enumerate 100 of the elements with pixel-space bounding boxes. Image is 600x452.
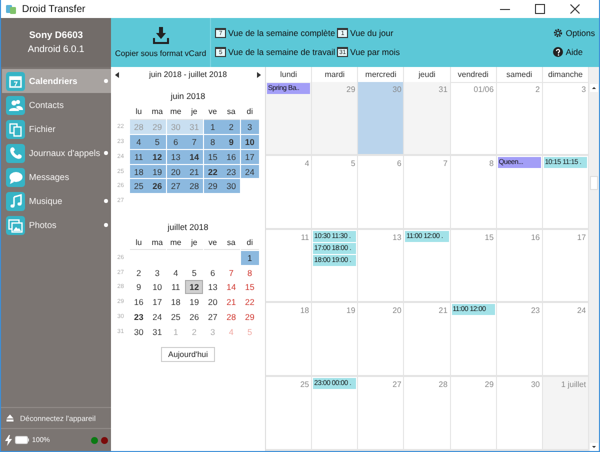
calendar-day[interactable]: 1 (204, 120, 222, 134)
calendar-day[interactable]: 25 (166, 310, 185, 324)
day-cell[interactable]: 1 juillet (542, 377, 589, 449)
maximize-icon[interactable] (534, 3, 546, 15)
calendar-day[interactable]: 21 (222, 295, 240, 310)
day-cell[interactable]: 31 (404, 82, 451, 154)
calendar-day[interactable]: 23 (130, 310, 148, 324)
calendar-day[interactable]: 1 (240, 250, 259, 265)
calendar-day[interactable]: 16 (222, 150, 240, 164)
scroll-thumb[interactable] (590, 176, 598, 190)
day-cell[interactable]: 5 (312, 156, 358, 228)
day-cell[interactable]: 11 (266, 230, 312, 302)
calendar-day[interactable]: 20 (204, 295, 222, 310)
day-cell[interactable]: 4 (266, 156, 312, 228)
calendar-day[interactable]: 13 (166, 150, 185, 164)
calendar-day[interactable]: 24 (240, 164, 259, 178)
calendar-day[interactable]: 21 (185, 164, 204, 178)
calendar-day[interactable]: 28 (185, 179, 204, 194)
day-cell[interactable]: 16 (496, 230, 543, 302)
sidebar-item[interactable]: Photos (2, 213, 111, 237)
day-cell[interactable]: 18 (266, 303, 312, 376)
calendar-day[interactable]: 9 (222, 135, 240, 149)
export-button[interactable]: Copier sous format vCard (111, 18, 212, 67)
calendar-day[interactable]: 28 (222, 310, 240, 324)
day-cell[interactable]: 7 (404, 156, 451, 228)
day-cell[interactable]: 13 (358, 230, 404, 302)
scroll-up-icon[interactable] (590, 84, 598, 92)
calendar-day[interactable]: 6 (166, 135, 185, 149)
day-cell[interactable]: 2 (496, 82, 543, 154)
calendar-day[interactable]: 20 (166, 164, 185, 178)
calendar-day[interactable]: 27 (204, 310, 222, 324)
scroll-down-icon[interactable] (590, 443, 598, 451)
calendar-day[interactable]: 18 (130, 164, 148, 178)
calendar-day[interactable]: 4 (130, 135, 148, 149)
calendar-day[interactable]: 2 (130, 266, 148, 280)
calendar-day[interactable]: 18 (166, 295, 185, 310)
calendar-day[interactable]: 5 (185, 266, 204, 280)
options-button[interactable]: Options (552, 28, 595, 38)
sidebar-item[interactable]: Contacts (2, 93, 111, 117)
sidebar-item[interactable]: Musique (2, 189, 111, 213)
calendar-day[interactable]: 19 (185, 295, 204, 310)
calendar-day[interactable]: 14 (185, 150, 204, 164)
close-icon[interactable] (569, 3, 581, 15)
sidebar-item[interactable]: Fichier (2, 117, 111, 141)
calendar-day[interactable]: 10 (148, 280, 166, 294)
calendar-day[interactable]: 29 (204, 179, 222, 194)
calendar-day[interactable]: 8 (204, 135, 222, 149)
calendar-day[interactable]: 30 (222, 179, 240, 194)
calendar-day[interactable]: 3 (240, 120, 259, 134)
calendar-day[interactable]: 22 (204, 164, 222, 178)
day-cell[interactable]: 29 (450, 377, 497, 449)
help-button[interactable]: Aide (552, 46, 595, 57)
calendar-day[interactable]: 30 (130, 324, 148, 339)
calendar-day[interactable]: 3 (148, 266, 166, 280)
calendar-day[interactable]: 10 (240, 135, 259, 149)
calendar-day[interactable]: 7 (222, 266, 240, 280)
calendar-day[interactable]: 2 (222, 120, 240, 134)
day-cell[interactable]: 28 (404, 377, 451, 449)
day-cell[interactable]: 19 (312, 303, 358, 376)
calendar-day[interactable]: 5 (148, 135, 166, 149)
calendar-day[interactable]: 14 (222, 280, 240, 294)
day-cell[interactable]: 15 (450, 230, 497, 302)
day-cell[interactable]: 8 (450, 156, 497, 228)
day-cell[interactable]: 29 (312, 82, 358, 154)
scrollbar[interactable] (589, 67, 599, 451)
calendar-day[interactable]: 16 (130, 295, 148, 310)
today-button[interactable]: Aujourd'hui (161, 347, 215, 362)
calendar-day[interactable]: 26 (185, 310, 204, 324)
sidebar-item[interactable]: Messages (2, 165, 111, 189)
calendar-day[interactable]: 31 (148, 324, 166, 339)
calendar-day[interactable]: 25 (130, 179, 148, 194)
calendar-day[interactable]: 8 (240, 266, 259, 280)
calendar-day[interactable]: 22 (240, 295, 259, 310)
day-cell[interactable]: 25 (266, 377, 312, 449)
calendar-day[interactable]: 23 (222, 164, 240, 178)
day-cell[interactable]: 27 (358, 377, 404, 449)
previous-icon[interactable] (115, 72, 119, 78)
day-cell[interactable]: 01/06 (450, 82, 497, 154)
calendar-day[interactable]: 13 (204, 280, 222, 294)
calendar-day[interactable]: 29 (240, 310, 259, 324)
day-cell[interactable]: 21 (404, 303, 451, 376)
calendar-day[interactable]: 9 (130, 280, 148, 294)
calendar-day[interactable]: 26 (148, 179, 166, 194)
calendar-day[interactable]: 7 (185, 135, 204, 149)
day-cell[interactable]: 6 (358, 156, 404, 228)
calendar-day[interactable]: 12 (148, 150, 166, 164)
calendar-day[interactable]: 19 (148, 164, 166, 178)
calendar-day[interactable]: 24 (148, 310, 166, 324)
calendar-day[interactable]: 27 (166, 179, 185, 194)
calendar-day[interactable]: 15 (240, 280, 259, 294)
sidebar-item[interactable]: Journaux d'appels (2, 141, 111, 165)
calendar-day[interactable]: 11 (166, 280, 185, 294)
next-icon[interactable] (257, 72, 261, 78)
calendar-day[interactable]: 6 (204, 266, 222, 280)
calendar-day[interactable]: 11 (130, 150, 148, 164)
day-cell[interactable]: 20 (358, 303, 404, 376)
day-cell[interactable]: 23 (496, 303, 543, 376)
calendar-day[interactable]: 17 (148, 295, 166, 310)
calendar-day[interactable]: 15 (204, 150, 222, 164)
calendar-day[interactable]: 4 (166, 266, 185, 280)
